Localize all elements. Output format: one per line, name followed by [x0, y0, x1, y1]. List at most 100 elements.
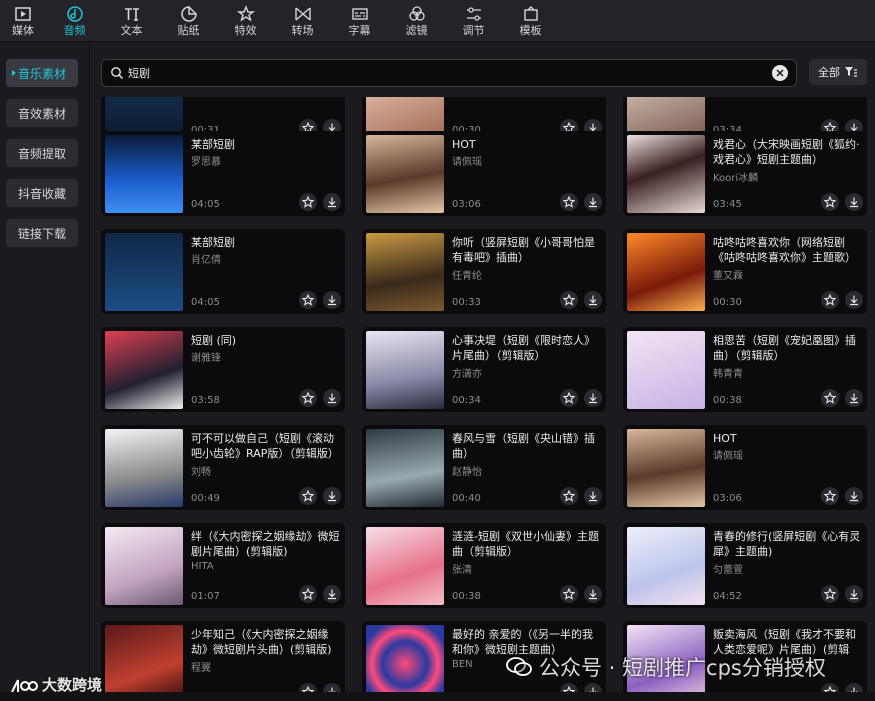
- album-cover-thumbnail[interactable]: [627, 233, 705, 311]
- tab-template[interactable]: 模板: [502, 0, 559, 41]
- sidebar-item-label: 音频提取: [17, 146, 66, 161]
- sidebar-item-douyin-favorites[interactable]: 抖音收藏: [6, 179, 78, 207]
- favorite-star-icon[interactable]: [821, 389, 839, 407]
- track-duration: 00:49: [191, 493, 220, 504]
- clear-search-icon[interactable]: [772, 65, 788, 81]
- track-duration: 00:33: [452, 297, 481, 308]
- music-item-card[interactable]: 某部短剧 罗思慕 04:05: [101, 131, 345, 216]
- album-cover-thumbnail[interactable]: [105, 429, 183, 507]
- favorite-star-icon[interactable]: [821, 291, 839, 309]
- music-item-card[interactable]: 咕咚咕咚喜欢你（网络短剧《咕咚咕咚喜欢你》主题歌）(… 董又霖 00:30: [623, 229, 867, 314]
- download-icon[interactable]: [323, 291, 341, 309]
- music-item-card[interactable]: 某部短剧 肖亿倩 04:05: [101, 229, 345, 314]
- tab-filter[interactable]: 滤镜: [388, 0, 445, 41]
- favorite-star-icon[interactable]: [560, 389, 578, 407]
- search-input[interactable]: 短剧: [101, 59, 797, 87]
- favorite-star-icon[interactable]: [560, 193, 578, 211]
- favorite-star-icon[interactable]: [560, 487, 578, 505]
- album-cover-thumbnail[interactable]: [627, 135, 705, 213]
- tab-transition[interactable]: 转场: [274, 0, 331, 41]
- audio-library-panel: 短剧 全部 00:3100:3003:34某部短剧罗思慕04:05HOT请佩瑶0…: [91, 43, 875, 701]
- download-icon[interactable]: [323, 585, 341, 603]
- tab-effects[interactable]: 特效: [217, 0, 274, 41]
- download-icon[interactable]: [845, 389, 863, 407]
- download-icon[interactable]: [845, 585, 863, 603]
- album-cover-thumbnail[interactable]: [366, 429, 444, 507]
- album-cover-thumbnail[interactable]: [366, 135, 444, 213]
- filter-button[interactable]: 全部: [809, 59, 867, 85]
- music-item-card[interactable]: HOT 请佩瑶 03:06: [623, 425, 867, 510]
- favorite-star-icon[interactable]: [560, 291, 578, 309]
- track-title: 短剧 (同): [191, 334, 237, 347]
- text-icon: [124, 7, 139, 21]
- album-cover-thumbnail[interactable]: [627, 429, 705, 507]
- music-item-card[interactable]: 绊（《大内密探之姻缘劫》微短剧片尾曲）(剪辑版) HITA 01:07: [101, 523, 345, 608]
- sidebar-item-extract[interactable]: 音频提取: [6, 139, 78, 167]
- track-artist: 谢雅锋: [191, 353, 221, 364]
- top-toolbar: 媒体 音频 文本 贴纸 特效 转场 字幕 滤镜 调节 模板: [0, 0, 875, 42]
- download-icon[interactable]: [584, 487, 602, 505]
- album-cover-thumbnail[interactable]: [627, 527, 705, 605]
- download-icon[interactable]: [323, 193, 341, 211]
- album-cover-thumbnail[interactable]: [366, 527, 444, 605]
- download-icon[interactable]: [323, 487, 341, 505]
- tab-audio[interactable]: 音频: [46, 0, 103, 41]
- album-cover-thumbnail[interactable]: [105, 331, 183, 409]
- tab-adjust[interactable]: 调节: [445, 0, 502, 41]
- sidebar-item-label: 音效素材: [17, 106, 66, 121]
- favorite-star-icon[interactable]: [299, 193, 317, 211]
- sidebar-item-music[interactable]: 音乐素材: [6, 59, 78, 87]
- album-cover-thumbnail[interactable]: [105, 233, 183, 311]
- download-icon[interactable]: [845, 291, 863, 309]
- music-item-card[interactable]: 可不可以做自己（短剧《滚动吧小齿轮》RAP版）（剪辑版） 刘畅 00:49: [101, 425, 345, 510]
- tab-media[interactable]: 媒体: [0, 0, 46, 41]
- music-item-card[interactable]: 你听（竖屏短剧《小哥哥怕是有毒吧》插曲） 任青纶 00:33: [362, 229, 606, 314]
- favorite-star-icon[interactable]: [821, 585, 839, 603]
- favorite-star-icon[interactable]: [299, 389, 317, 407]
- watermark-right-text: 公众号 · 短剧推广cps分销授权: [539, 656, 826, 680]
- album-cover-thumbnail[interactable]: [105, 135, 183, 213]
- tab-label: 字幕: [348, 23, 371, 37]
- tab-text[interactable]: 文本: [103, 0, 160, 41]
- music-item-card[interactable]: 少年知己（《大内密探之姻缘劫》微短剧片头曲）(剪辑版) 程翼: [101, 621, 345, 701]
- download-icon[interactable]: [323, 389, 341, 407]
- watermark-logo-icon: [11, 679, 38, 692]
- album-cover-thumbnail[interactable]: [366, 625, 444, 701]
- track-artist: 程翼: [191, 663, 211, 674]
- music-item-card[interactable]: 戏君心（大宋映画短剧《狐约·戏君心》短剧主题曲） Koori冰麟 03:45: [623, 131, 867, 216]
- track-artist: 方潇亦: [452, 369, 482, 380]
- album-cover-thumbnail[interactable]: [105, 527, 183, 605]
- track-duration: 03:58: [191, 395, 220, 406]
- download-icon[interactable]: [845, 487, 863, 505]
- music-item-card[interactable]: 春风与雪（短剧《央山错》插曲） 赵静怡 00:40: [362, 425, 606, 510]
- favorite-star-icon[interactable]: [299, 585, 317, 603]
- favorite-star-icon[interactable]: [821, 487, 839, 505]
- music-item-card[interactable]: 涟涟-短剧《双世小仙妻》主题曲（剪辑版） 张清 00:38: [362, 523, 606, 608]
- favorite-star-icon[interactable]: [560, 585, 578, 603]
- album-cover-thumbnail[interactable]: [366, 331, 444, 409]
- album-cover-thumbnail[interactable]: [627, 331, 705, 409]
- download-icon[interactable]: [584, 193, 602, 211]
- sidebar-item-link-download[interactable]: 链接下载: [6, 219, 78, 247]
- music-item-card[interactable]: HOT 请佩瑶 03:06: [362, 131, 606, 216]
- tab-subtitle[interactable]: 字幕: [331, 0, 388, 41]
- sidebar-item-sfx[interactable]: 音效素材: [6, 99, 78, 127]
- wechat-icon: [506, 657, 532, 676]
- track-artist: HITA: [191, 561, 214, 572]
- track-artist: 罗思慕: [191, 157, 221, 168]
- music-item-card[interactable]: 相思苦（短剧《宠妃凰图》插曲）（剪辑版） 韩青青 00:38: [623, 327, 867, 412]
- download-icon[interactable]: [584, 389, 602, 407]
- album-cover-thumbnail[interactable]: [105, 625, 183, 701]
- sticker-icon: [180, 5, 197, 22]
- download-icon[interactable]: [845, 193, 863, 211]
- music-item-card[interactable]: 心事决堤（短剧《限时恋人》片尾曲）（剪辑版） 方潇亦 00:34: [362, 327, 606, 412]
- music-item-card[interactable]: 青春的修行(竖屏短剧《心有灵犀》主题曲) 匀蕾萱 04:52: [623, 523, 867, 608]
- album-cover-thumbnail[interactable]: [366, 233, 444, 311]
- favorite-star-icon[interactable]: [821, 193, 839, 211]
- music-item-card[interactable]: 短剧 (同) 谢雅锋 03:58: [101, 327, 345, 412]
- download-icon[interactable]: [584, 585, 602, 603]
- favorite-star-icon[interactable]: [299, 487, 317, 505]
- tab-sticker[interactable]: 贴纸: [160, 0, 217, 41]
- favorite-star-icon[interactable]: [299, 291, 317, 309]
- download-icon[interactable]: [584, 291, 602, 309]
